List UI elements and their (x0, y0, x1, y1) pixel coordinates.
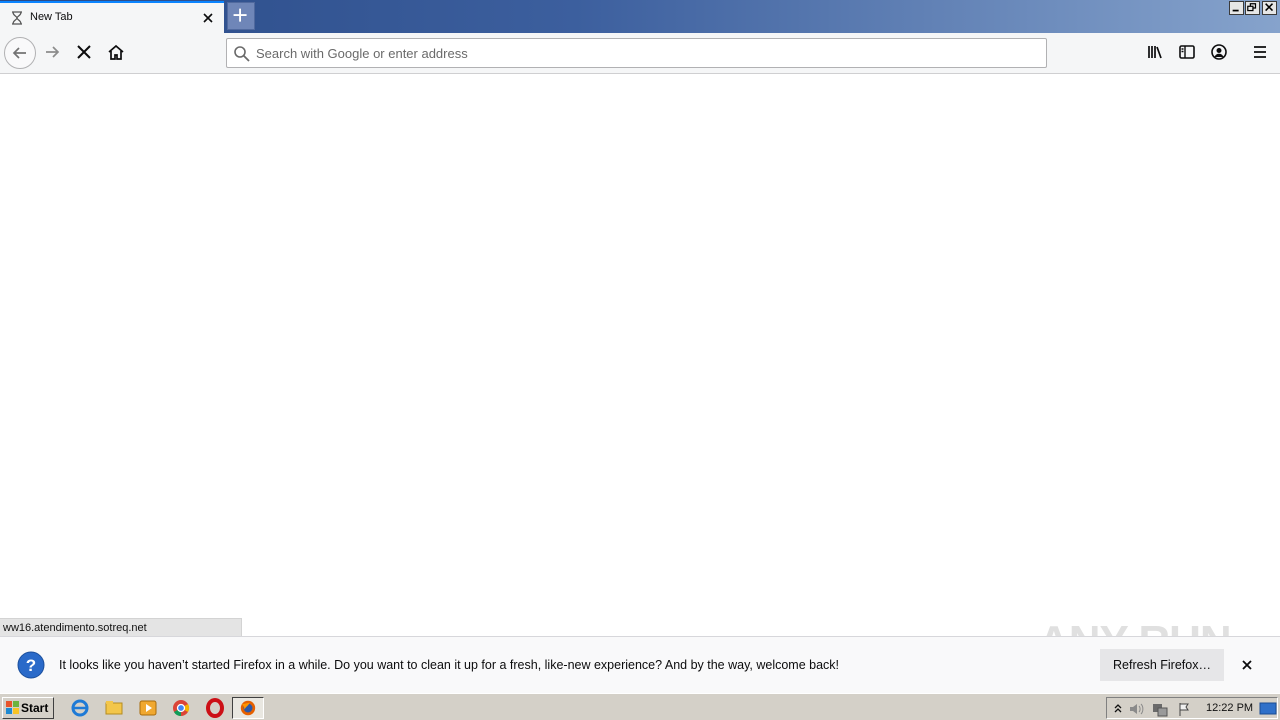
hamburger-menu-icon (1254, 46, 1266, 58)
hourglass-icon (12, 11, 22, 25)
status-url: ww16.atendimento.sotreq.net (0, 618, 242, 636)
stop-icon (77, 45, 91, 59)
home-icon (108, 44, 124, 60)
network-icon[interactable] (1152, 701, 1168, 717)
notification-message: It looks like you haven’t started Firefo… (59, 658, 840, 672)
search-icon (234, 46, 250, 62)
library-button[interactable] (1140, 37, 1172, 69)
minimize-icon (1232, 9, 1239, 12)
question-icon: ? (17, 651, 45, 679)
internet-explorer-icon[interactable] (70, 698, 90, 718)
windows-logo-icon (6, 701, 19, 714)
close-window-button[interactable] (1262, 1, 1277, 15)
close-tab-icon[interactable] (200, 10, 216, 26)
titlebar: New Tab (0, 0, 1280, 33)
tab-new-tab[interactable]: New Tab (0, 1, 224, 33)
restore-button[interactable] (1245, 1, 1260, 15)
opera-icon[interactable] (205, 698, 225, 718)
account-icon (1211, 44, 1227, 60)
nav-toolbar (0, 33, 1280, 74)
start-button[interactable]: Start (2, 697, 54, 719)
account-button[interactable] (1204, 37, 1236, 69)
show-hidden-icons-icon[interactable] (1110, 701, 1126, 717)
taskbar-clock[interactable]: 12:22 PM (1206, 702, 1253, 714)
chrome-icon[interactable] (171, 698, 191, 718)
firefox-taskbar-button[interactable] (232, 697, 264, 719)
forward-button[interactable] (37, 37, 69, 69)
arrow-left-icon (12, 47, 26, 59)
home-button[interactable] (101, 37, 133, 69)
arrow-right-icon (46, 46, 60, 58)
library-icon (1148, 46, 1162, 59)
sidebar-icon (1179, 45, 1195, 59)
volume-icon[interactable] (1128, 701, 1144, 717)
back-button[interactable] (4, 37, 36, 69)
notification-bar: ? It looks like you haven’t started Fire… (0, 636, 1280, 693)
close-icon (1265, 3, 1274, 12)
close-icon[interactable] (1239, 657, 1255, 673)
restore-icon (1247, 3, 1257, 12)
system-tray: 12:22 PM (1106, 697, 1278, 719)
taskbar: Start 12:22 PM (0, 693, 1280, 720)
firefox-icon (240, 700, 256, 716)
media-player-icon[interactable] (138, 698, 158, 718)
new-tab-button[interactable] (227, 2, 255, 30)
tab-title: New Tab (30, 11, 73, 23)
stop-button[interactable] (69, 37, 101, 69)
refresh-firefox-button[interactable]: Refresh Firefox… (1100, 649, 1224, 681)
plus-icon (233, 8, 247, 22)
start-label: Start (21, 701, 49, 715)
url-bar[interactable] (226, 38, 1047, 68)
show-desktop-icon[interactable] (1259, 701, 1277, 717)
file-explorer-icon[interactable] (104, 698, 124, 718)
url-input[interactable] (256, 44, 1036, 62)
svg-text:?: ? (26, 656, 36, 675)
sidebar-button[interactable] (1172, 37, 1204, 69)
action-center-flag-icon[interactable] (1177, 701, 1193, 717)
menu-button[interactable] (1245, 37, 1277, 69)
minimize-button[interactable] (1229, 1, 1244, 15)
